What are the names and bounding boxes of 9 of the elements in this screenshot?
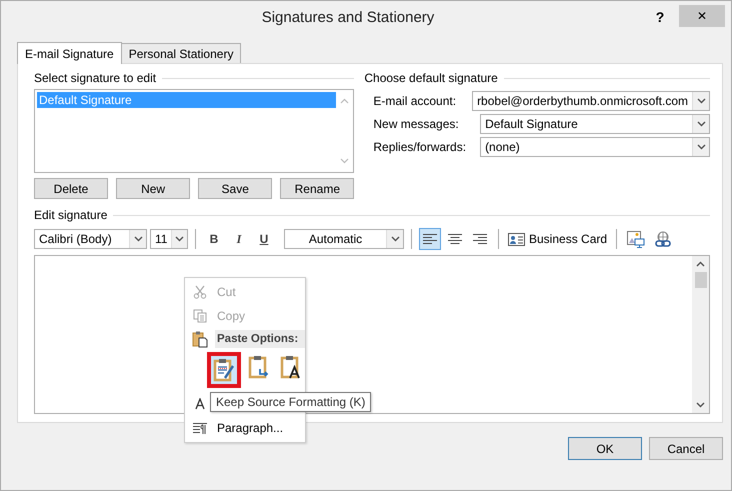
tooltip: Keep Source Formatting (K) [210,392,372,412]
group-heading: Choose default signature [364,71,498,85]
window-title: Signatures and Stationery [260,8,436,26]
group-heading: Edit signature [34,208,108,222]
field-label: E-mail account: [373,93,458,108]
menu-section-header: Paste Options: [215,330,305,348]
group-heading: Select signature to edit [34,71,156,85]
field-label: New messages: [373,116,460,131]
field-label: Replies/forwards: [373,139,466,154]
